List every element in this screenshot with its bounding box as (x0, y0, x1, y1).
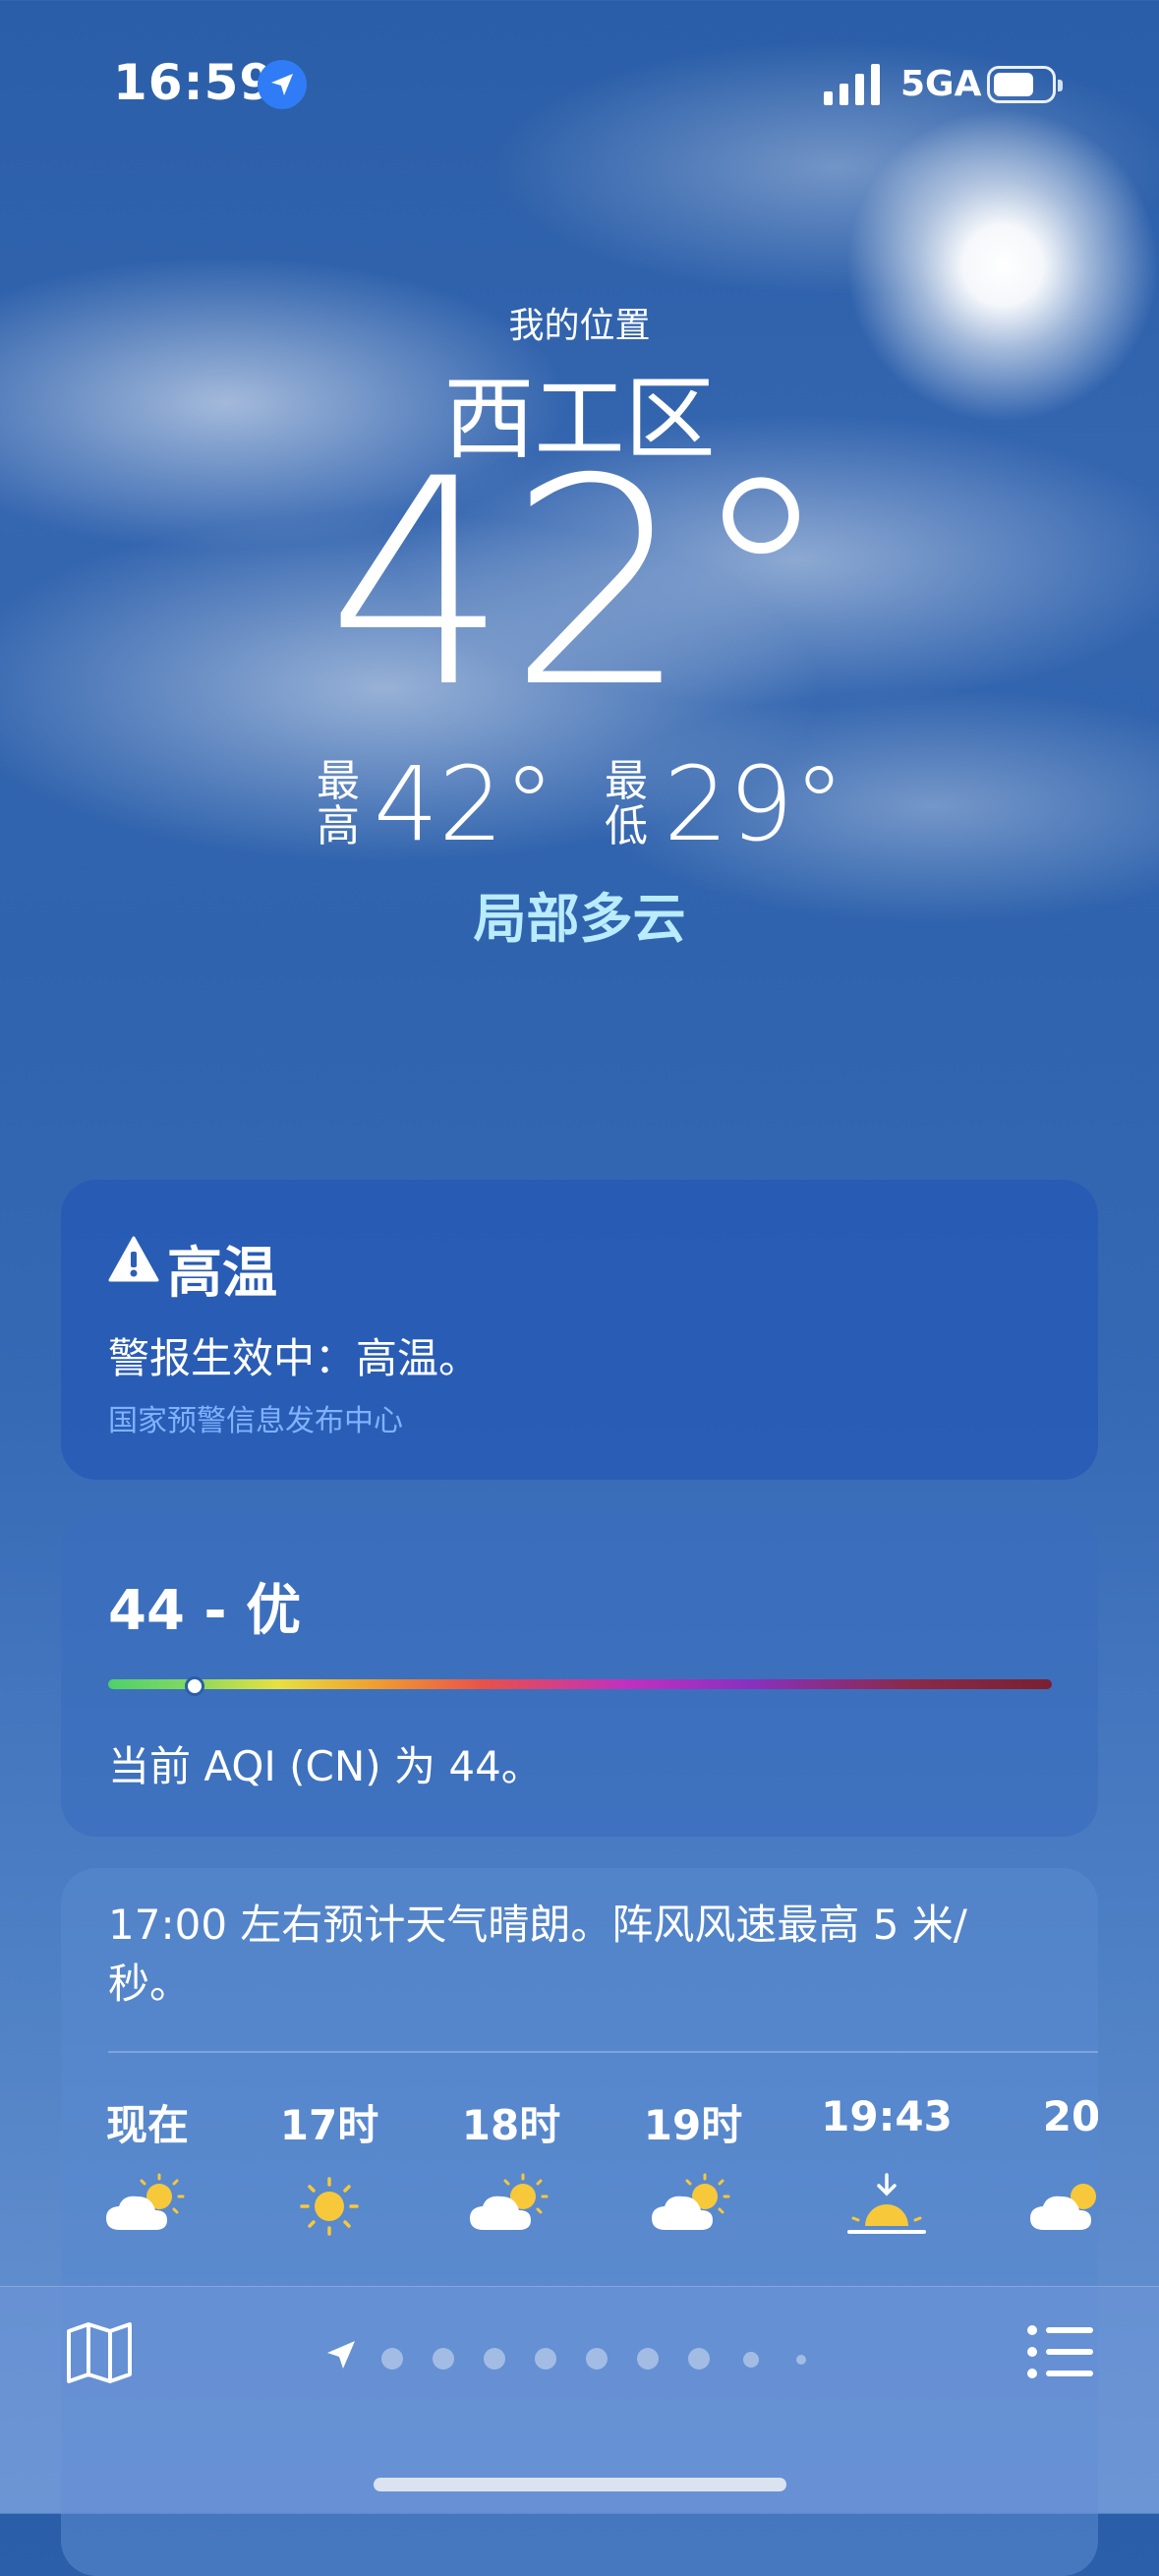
battery-icon (987, 66, 1063, 103)
partly-cloudy-icon (1030, 2184, 1096, 2230)
low-label: 最低 (605, 756, 648, 851)
bottom-toolbar (0, 2286, 1159, 2514)
hour-item: 17时 (261, 2092, 398, 2236)
location-arrow-icon (327, 2341, 355, 2369)
alert-source-link[interactable]: 国家预警信息发布中心 (108, 1396, 403, 1439)
page-dot[interactable] (796, 2355, 806, 2365)
hour-item: 现在 (79, 2092, 216, 2230)
hour-label: 18时 (461, 2101, 561, 2149)
hour-label: 20 (1042, 2092, 1098, 2140)
alert-title: 高温 (167, 1242, 277, 1306)
sunset-icon (847, 2173, 926, 2234)
hour-item: 19:43 (818, 2092, 956, 2234)
status-time: 16:59 (113, 54, 275, 111)
hour-label: 现在 (105, 2101, 189, 2149)
forecast-summary: 17:00 左右预计天气晴朗。阵风风速最高 5 米/秒。 (108, 1901, 967, 2008)
home-indicator[interactable] (374, 2478, 786, 2491)
page-dot[interactable] (637, 2348, 659, 2370)
warning-icon (108, 1236, 159, 1282)
high-low: 最高 42° 最低 29° (0, 749, 1159, 857)
heat-alert-card[interactable]: 高温 警报生效中：高温。 国家预警信息发布中心 (61, 1180, 1098, 1480)
current-temperature: 42° (326, 419, 833, 750)
low-temp: 29° (664, 744, 845, 864)
hour-item: 19时 (624, 2092, 762, 2230)
list-icon[interactable] (1026, 2324, 1095, 2379)
aqi-scale-bar (108, 1679, 1052, 1689)
page-dot[interactable] (586, 2348, 608, 2370)
page-dot[interactable] (433, 2348, 454, 2370)
high-temp: 42° (374, 744, 555, 864)
aqi-title: 44 - 优 (108, 1579, 302, 1643)
network-type: 5GA (900, 64, 982, 104)
divider (108, 2051, 1098, 2053)
partly-cloudy-icon (106, 2173, 185, 2230)
aqi-card[interactable]: 44 - 优 当前 AQI (CN) 为 44。 (61, 1512, 1098, 1837)
my-location-label: 我的位置 (508, 306, 651, 346)
aqi-indicator (185, 1676, 204, 1696)
high-label: 最高 (317, 756, 360, 851)
partly-cloudy-icon (470, 2173, 549, 2230)
page-dot[interactable] (381, 2348, 403, 2370)
status-bar: 16:59 5GA (0, 54, 1159, 113)
page-indicator[interactable] (324, 2334, 836, 2373)
location-arrow-icon (258, 60, 307, 109)
page-dot[interactable] (688, 2348, 710, 2370)
partly-cloudy-icon (652, 2173, 730, 2230)
aqi-description: 当前 AQI (CN) 为 44。 (108, 1742, 543, 1790)
map-icon[interactable] (65, 2321, 134, 2384)
sun-icon (300, 2177, 359, 2236)
hour-label: 19时 (643, 2101, 743, 2149)
page-dot[interactable] (535, 2348, 556, 2370)
hour-item: 20 (1003, 2092, 1098, 2230)
page-dot[interactable] (484, 2348, 505, 2370)
weather-condition: 局部多云 (473, 888, 686, 950)
hour-item: 18时 (442, 2092, 580, 2230)
page-dot[interactable] (743, 2352, 759, 2368)
hour-label: 17时 (279, 2101, 379, 2149)
hour-label: 19:43 (821, 2092, 953, 2140)
signal-icon (824, 64, 880, 105)
alert-text: 警报生效中：高温。 (108, 1334, 481, 1382)
